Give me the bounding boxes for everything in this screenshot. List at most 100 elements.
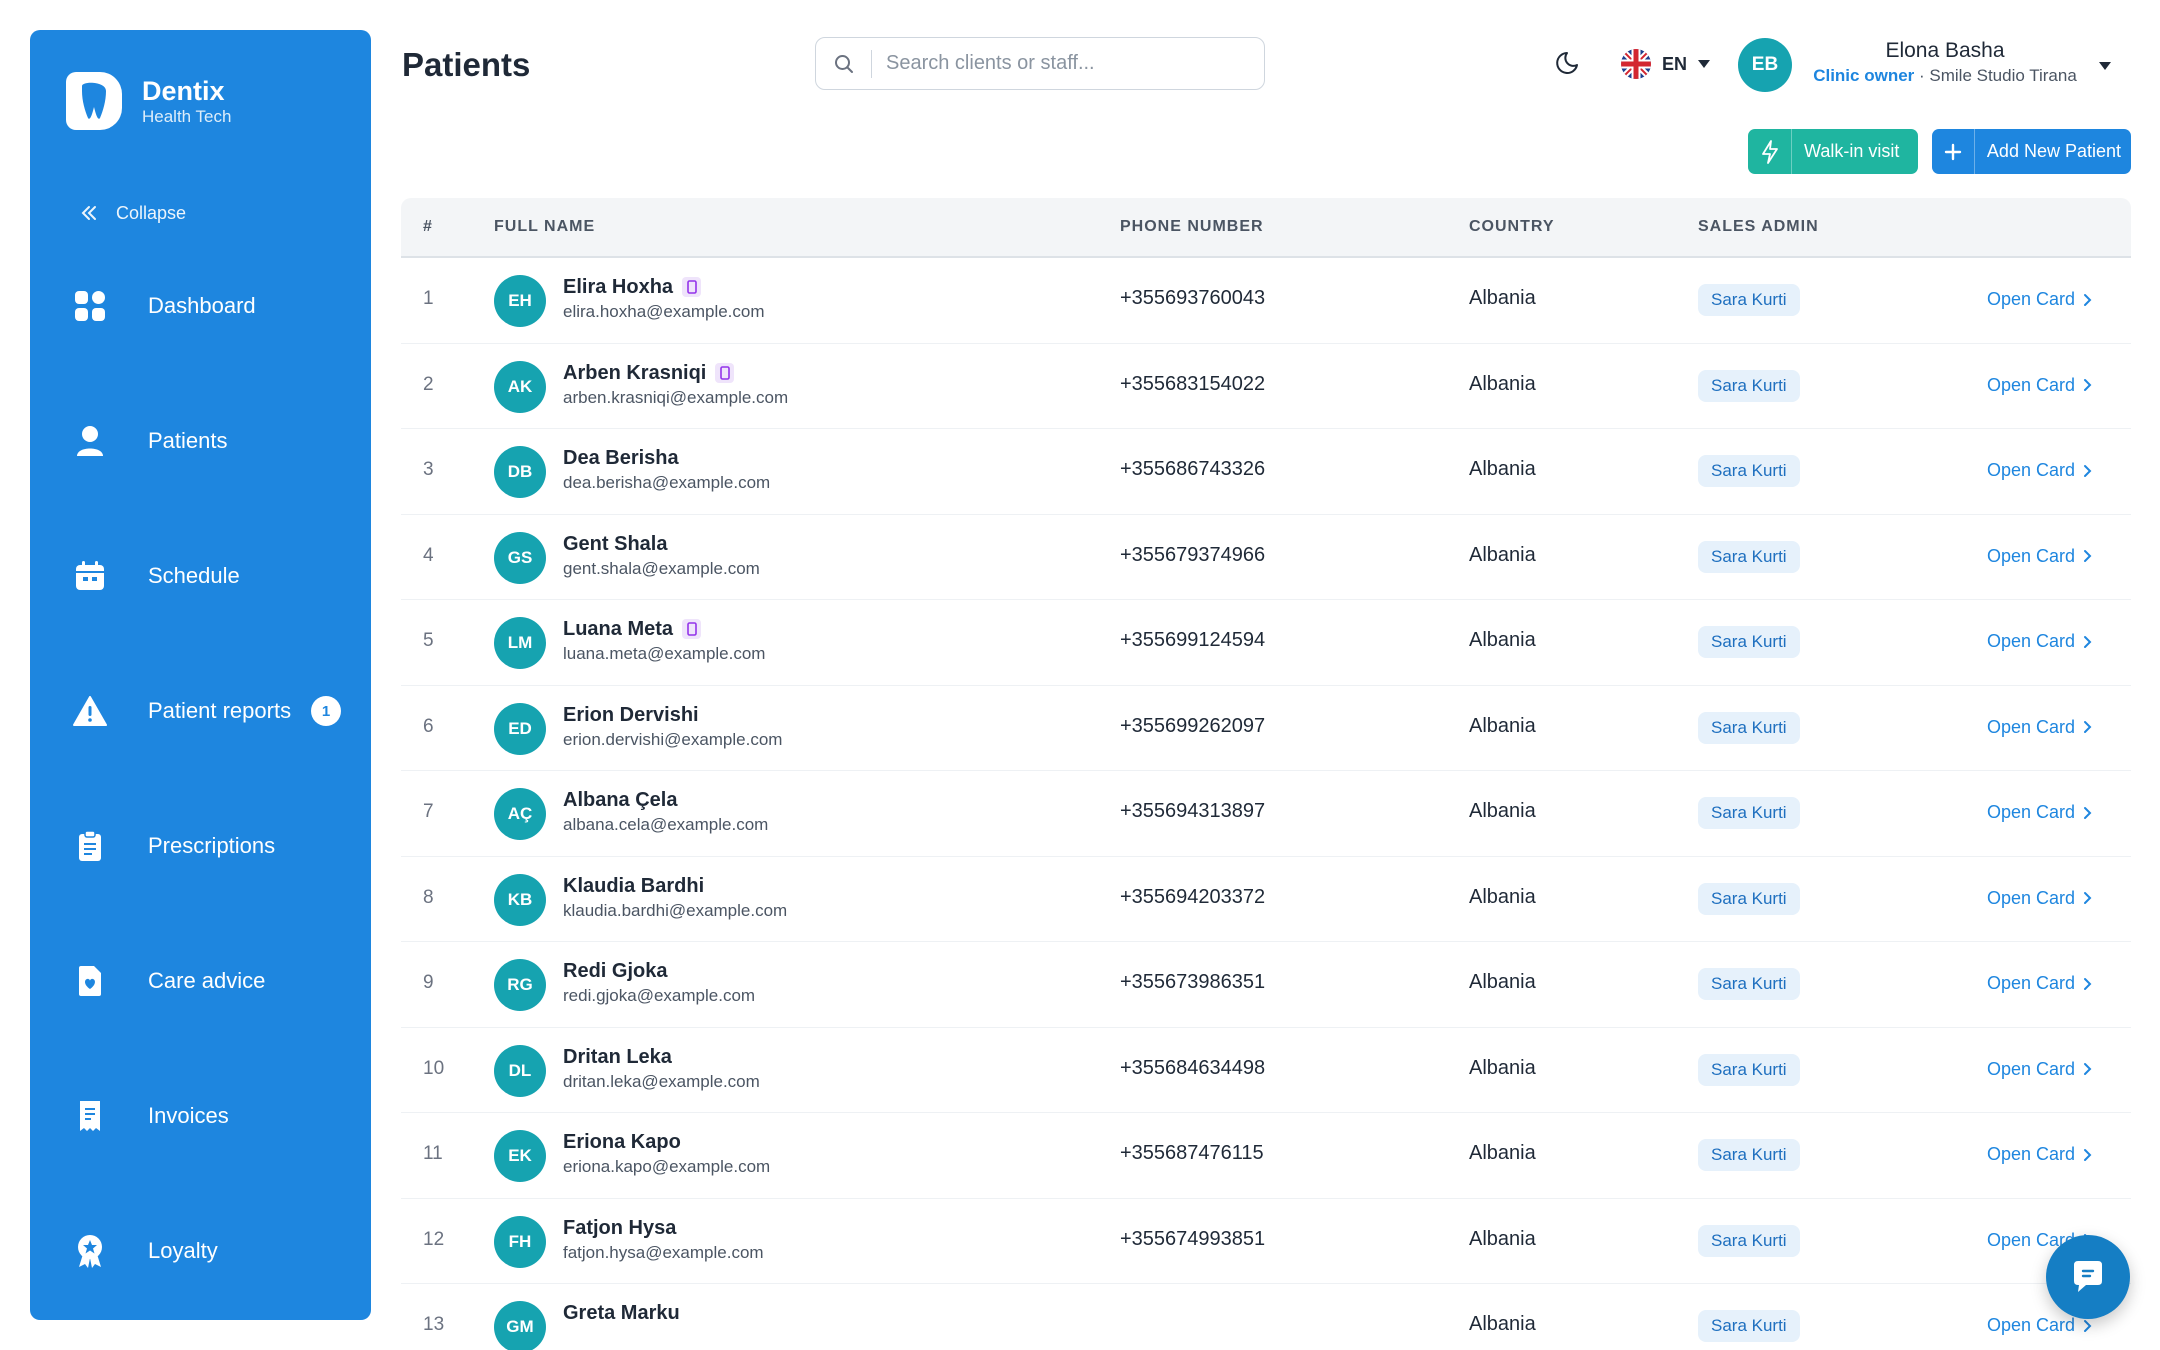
patient-name[interactable]: Erion Dervishi (563, 702, 699, 728)
language-label: EN (1662, 53, 1688, 74)
patient-country: Albania (1469, 1227, 1536, 1250)
sidebar-item-schedule[interactable]: Schedule (70, 548, 360, 604)
patient-name[interactable]: Dritan Leka (563, 1044, 672, 1070)
column-header-full-name[interactable]: FULL NAME (494, 218, 595, 236)
chevron-right-icon (2084, 293, 2092, 306)
open-card-link[interactable]: Open Card (1987, 717, 2092, 738)
search-input[interactable] (886, 52, 1246, 75)
patient-avatar: LM (494, 617, 546, 669)
patient-country: Albania (1469, 800, 1536, 822)
chevron-right-icon (2084, 721, 2092, 733)
row-number: 8 (423, 886, 434, 908)
add-new-patient-button[interactable]: Add New Patient (1932, 129, 2131, 174)
sidebar-item-label: Dashboard (148, 293, 256, 318)
sidebar-item-patient-reports[interactable]: Patient reports 1 (70, 683, 360, 739)
open-card-link[interactable]: Open Card (1987, 973, 2092, 994)
chevron-right-icon (2084, 977, 2092, 990)
patient-avatar: KB (494, 873, 546, 926)
table-row[interactable]: 13 GM Greta Marku Albania Sara Kurti Open Car… (401, 1284, 2131, 1350)
patient-name[interactable]: Luana Meta (563, 616, 673, 642)
walk-in-visit-button[interactable]: Walk-in visit (1748, 129, 1918, 174)
table-row[interactable]: 9 RG Redi Gjoka redi.gjoka@example.com +3556… (401, 942, 2131, 1028)
patient-phone: +355673986351 (1120, 971, 1266, 993)
patient-name[interactable]: Redi Gjoka (563, 958, 667, 984)
table-row[interactable]: 8 KB Klaudia Bardhi klaudia.bardhi@example.… (401, 857, 2131, 942)
table-row[interactable]: 6 ED Erion Dervishi erion.dervishi@example.… (401, 686, 2131, 771)
sidebar-item-prescriptions[interactable]: Prescriptions (70, 818, 360, 874)
table-row[interactable]: 12 FH Fatjon Hysa fatjon.hysa@example.com +3… (401, 1199, 2131, 1284)
patient-name[interactable]: Dea Berisha (563, 445, 679, 471)
user-avatar[interactable]: EB (1738, 38, 1792, 92)
patient-country: Albania (1469, 543, 1536, 566)
patient-name[interactable]: Fatjon Hysa (563, 1215, 676, 1241)
patient-name[interactable]: Eriona Kapo (563, 1129, 681, 1155)
table-row[interactable]: 7 AÇ Albana Çela albana.cela@example.com +35… (401, 771, 2131, 857)
chevron-right-icon (2084, 550, 2092, 562)
open-card-link[interactable]: Open Card (1987, 888, 2092, 909)
patient-email: fatjon.hysa@example.com (563, 1242, 764, 1262)
patient-name[interactable]: Gent Shala (563, 531, 667, 557)
row-number: 11 (423, 1143, 443, 1164)
column-header-country[interactable]: COUNTRY (1469, 218, 1555, 236)
column-header-phone[interactable]: PHONE NUMBER (1120, 218, 1264, 236)
open-card-label: Open Card (1987, 374, 2076, 395)
sales-admin-chip: Sara Kurti (1698, 455, 1800, 487)
row-number: 9 (423, 972, 434, 993)
row-number: 12 (423, 1228, 445, 1250)
sidebar-item-patients[interactable]: Patients (70, 413, 360, 469)
open-card-link[interactable]: Open Card (1987, 375, 2092, 396)
patient-avatar: GM (494, 1301, 546, 1350)
patient-avatar: EK (494, 1130, 546, 1182)
table-row[interactable]: 5 LM Luana Meta luana.meta@example.com +3556… (401, 600, 2131, 686)
chat-button[interactable] (2046, 1235, 2130, 1319)
open-card-link[interactable]: Open Card (1987, 289, 2092, 310)
patient-name[interactable]: Albana Çela (563, 787, 677, 813)
patient-name[interactable]: Klaudia Bardhi (563, 873, 704, 899)
open-card-link[interactable]: Open Card (1987, 1144, 2092, 1165)
sidebar-item-invoices[interactable]: Invoices (70, 1088, 360, 1144)
row-number: 7 (423, 801, 434, 822)
add-new-patient-label: Add New Patient (1986, 141, 2121, 161)
sidebar-item-care-advice[interactable]: Care advice (70, 953, 360, 1009)
user-clinic: · Smile Studio Tirana (1914, 66, 2077, 85)
patient-email: redi.gjoka@example.com (563, 986, 756, 1005)
chevrons-left-icon (81, 206, 96, 220)
user-role: Clinic owner (1813, 66, 1915, 85)
patient-phone: +355687476115 (1120, 1142, 1264, 1164)
open-card-link[interactable]: Open Card (1987, 546, 2092, 567)
patient-avatar: RG (494, 959, 546, 1011)
patient-email: albana.cela@example.com (563, 815, 769, 834)
patient-email: erion.dervishi@example.com (563, 729, 783, 749)
collapse-button[interactable]: Collapse (78, 202, 186, 224)
user-info[interactable]: Elona Basha Clinic owner · Smile Studio … (1808, 38, 2082, 88)
open-card-link[interactable]: Open Card (1987, 460, 2092, 481)
patient-email: eriona.kapo@example.com (563, 1157, 771, 1176)
sidebar-item-label: Loyalty (148, 1238, 218, 1263)
sidebar-item-label: Patient reports (148, 698, 292, 723)
table-row[interactable]: 10 DL Dritan Leka dritan.leka@example.com +3… (401, 1028, 2131, 1113)
walk-in-visit-label: Walk-in visit (1804, 141, 1900, 161)
user-menu-toggle[interactable] (2098, 58, 2112, 76)
open-card-link[interactable]: Open Card (1987, 1315, 2092, 1336)
table-row[interactable]: 11 EK Eriona Kapo eriona.kapo@example.com +3… (401, 1113, 2131, 1199)
patient-name[interactable]: Elira Hoxha (563, 274, 673, 300)
patient-name[interactable]: Greta Marku (563, 1300, 680, 1326)
row-number: 5 (423, 630, 434, 651)
open-card-link[interactable]: Open Card (1987, 1059, 2092, 1080)
sidebar-item-loyalty[interactable]: Loyalty (70, 1223, 360, 1279)
table-row[interactable]: 1 EH Elira Hoxha elira.hoxha@example.com +35… (401, 258, 2131, 344)
open-card-link[interactable]: Open Card (1987, 802, 2092, 823)
dark-mode-toggle[interactable] (1555, 48, 1583, 81)
patient-name[interactable]: Arben Krasniqi (563, 360, 706, 386)
open-card-link[interactable]: Open Card (1987, 631, 2092, 652)
language-selector[interactable]: EN (1620, 48, 1711, 80)
moon-icon (1556, 52, 1578, 74)
sidebar-item-dashboard[interactable]: Dashboard (70, 278, 360, 334)
search-box[interactable] (815, 37, 1265, 90)
table-row[interactable]: 4 GS Gent Shala gent.shala@example.com +3556… (401, 515, 2131, 600)
brand[interactable]: Dentix Health Tech (66, 72, 231, 130)
column-header-sales-admin[interactable]: SALES ADMIN (1698, 218, 1819, 236)
table-row[interactable]: 3 DB Dea Berisha dea.berisha@example.com +35… (401, 429, 2131, 515)
table-row[interactable]: 2 AK Arben Krasniqi arben.krasniqi@example.… (401, 344, 2131, 429)
patient-country: Albania (1469, 971, 1536, 993)
